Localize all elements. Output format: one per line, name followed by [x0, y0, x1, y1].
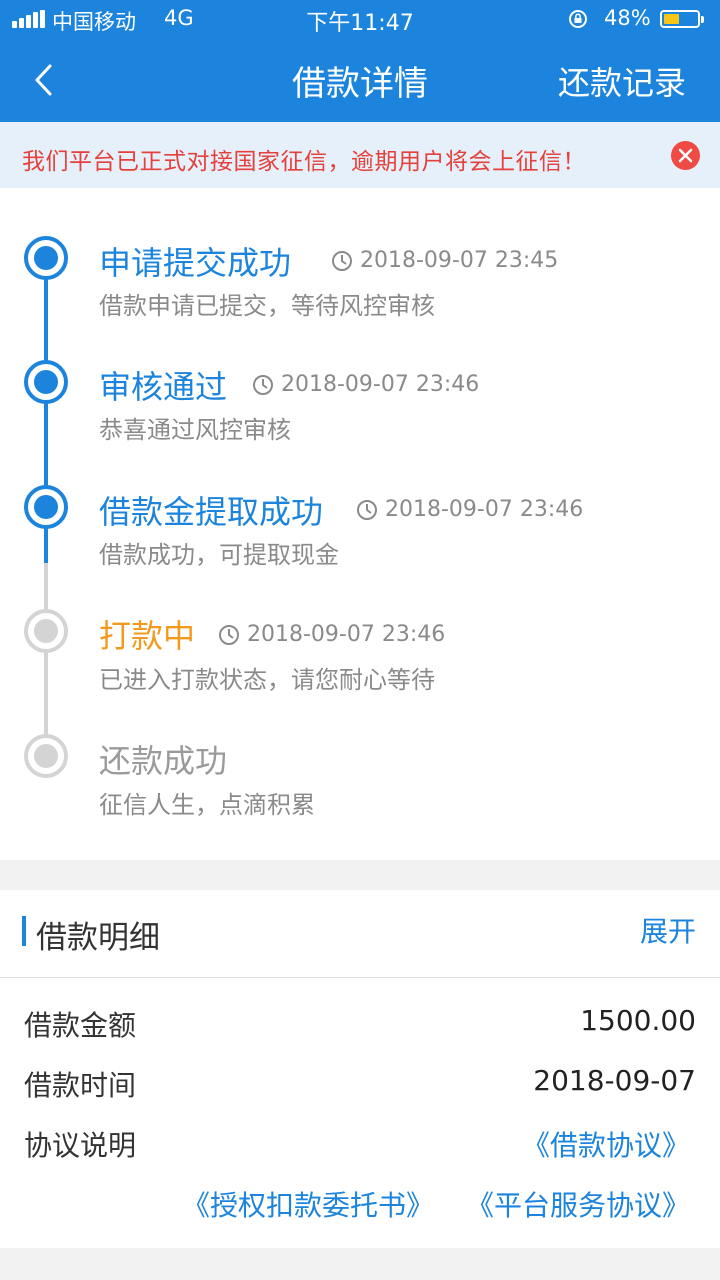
amount-label: 借款金额: [24, 1009, 137, 1042]
step-time-text: 2018-09-07 23:45: [360, 248, 559, 273]
platform-service-agreement-link[interactable]: 《平台服务协议》: [466, 1184, 690, 1224]
clock-icon: [219, 624, 239, 645]
loan-date-label: 借款时间: [24, 1069, 137, 1102]
battery-level: [664, 14, 679, 24]
expand-button[interactable]: 展开: [640, 910, 696, 950]
loan-detail-card: 借款明细 展开 借款金额 1500.00 借款时间 2018-09-07 协议说…: [0, 890, 720, 1248]
step-pending-icon: [24, 734, 68, 778]
notice-text: 我们平台已正式对接国家征信，逾期用户将会上征信！: [22, 149, 586, 175]
step-time: 2018-09-07 23:46: [218, 622, 445, 647]
battery-percent: 48%: [604, 6, 651, 30]
amount-value: 1500.00: [580, 1004, 696, 1037]
step-done-icon: [24, 236, 68, 280]
rotation-lock-icon: [569, 10, 587, 28]
nav-bar: 借款详情 还款记录: [0, 40, 720, 122]
step-done-icon: [24, 360, 68, 404]
step-time: 2018-09-07 23:46: [252, 372, 479, 397]
step-description: 已进入打款状态，请您耐心等待: [99, 666, 435, 694]
step-description: 借款成功，可提取现金: [99, 541, 339, 569]
step-time-text: 2018-09-07 23:46: [385, 497, 584, 522]
clock-icon: [253, 374, 273, 395]
agreement-label: 协议说明: [24, 1129, 137, 1162]
top-bar: 中国移动 4G 下午11:47 48% 借款详情 还款记录: [0, 0, 720, 122]
notice-banner: 我们平台已正式对接国家征信，逾期用户将会上征信！: [0, 122, 720, 188]
step-done-icon: [24, 485, 68, 529]
step-description: 征信人生，点滴积累: [99, 791, 315, 819]
step-title: 打款中: [99, 617, 196, 655]
divider: [0, 977, 720, 978]
timeline-connector-pending: [44, 563, 48, 758]
section-accent-bar: [22, 916, 26, 946]
step-pending-icon: [24, 609, 68, 653]
close-notice-button[interactable]: [671, 141, 700, 170]
step-time: 2018-09-07 23:46: [356, 497, 583, 522]
loan-agreement-link[interactable]: 《借款协议》: [522, 1124, 690, 1164]
close-icon: [678, 148, 693, 163]
battery-icon: [660, 10, 704, 28]
step-title: 还款成功: [99, 742, 228, 780]
step-title: 申请提交成功: [99, 244, 292, 282]
section-title: 借款明细: [36, 920, 160, 956]
clock-icon: [332, 250, 352, 271]
step-description: 借款申请已提交，等待风控审核: [99, 292, 435, 320]
step-time-text: 2018-09-07 23:46: [281, 372, 480, 397]
debit-authorization-link[interactable]: 《授权扣款委托书》: [182, 1184, 434, 1224]
repayment-records-button[interactable]: 还款记录: [558, 58, 686, 104]
chevron-left-icon: [35, 64, 52, 96]
status-bar: 中国移动 4G 下午11:47 48%: [0, 0, 720, 40]
step-time-text: 2018-09-07 23:46: [247, 622, 446, 647]
back-button[interactable]: [26, 54, 66, 106]
step-title: 借款金提取成功: [99, 493, 324, 531]
step-description: 恭喜通过风控审核: [99, 416, 291, 444]
step-title: 审核通过: [99, 368, 228, 406]
step-time: 2018-09-07 23:45: [331, 248, 558, 273]
loan-progress-timeline: 申请提交成功 2018-09-07 23:45 借款申请已提交，等待风控审核 审…: [0, 188, 720, 860]
loan-date-value: 2018-09-07: [533, 1064, 696, 1097]
clock-icon: [357, 499, 377, 520]
